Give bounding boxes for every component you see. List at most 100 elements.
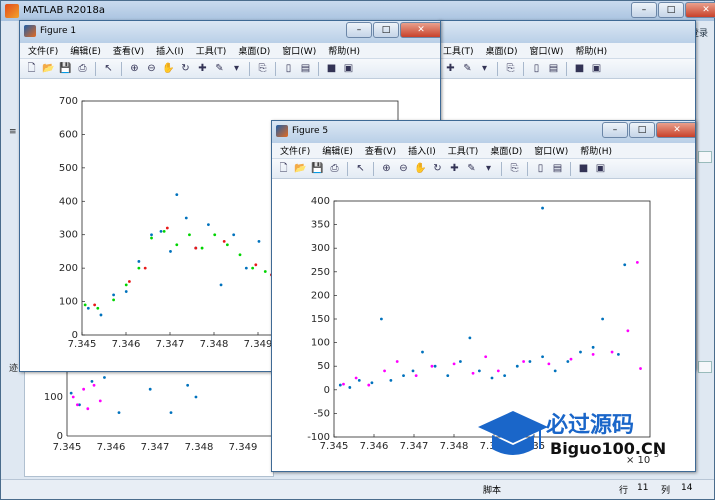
close-button[interactable]: ✕ [400,22,440,38]
data-point [370,381,374,385]
panel-toggle[interactable] [698,361,712,373]
data-point [175,243,179,247]
dropdown-icon[interactable]: ▾ [481,161,496,176]
brush-icon[interactable]: ✎ [460,61,475,76]
data-cursor-icon[interactable]: ✚ [447,161,462,176]
left-panel-glyph: ≡ [9,127,17,137]
maximize-button[interactable]: □ [629,122,655,138]
watermark-brand: 必过源码 [546,413,635,438]
colorbar-icon[interactable]: ▯ [529,61,544,76]
close-button[interactable]: ✕ [685,2,715,18]
rotate-icon[interactable]: ↻ [178,61,193,76]
data-point [471,371,475,375]
menu-item-window[interactable]: 窗口(W) [282,44,316,57]
colorbar-icon[interactable]: ▯ [281,61,296,76]
show-icon[interactable]: ▣ [589,61,604,76]
menu-item-tools[interactable]: 工具(T) [448,144,479,157]
pan-icon[interactable]: ✋ [161,61,176,76]
maximize-button[interactable]: □ [658,2,684,18]
brush-icon[interactable]: ✎ [464,161,479,176]
menu-item-view[interactable]: 查看(V) [365,144,396,157]
figure-behind-title-bar [439,21,695,43]
data-point [354,376,358,380]
link-icon[interactable]: ⎘ [503,61,518,76]
minimize-button[interactable]: – [346,22,372,38]
menu-item-desktop[interactable]: 桌面(D) [238,44,270,57]
brush-icon[interactable]: ✎ [212,61,227,76]
zoom-out-icon[interactable]: ⊖ [144,61,159,76]
minimize-button[interactable]: – [631,2,657,18]
status-row-label: 行 [619,486,629,496]
menu-item-desktop[interactable]: 桌面(D) [490,144,522,157]
data-point [86,407,90,411]
data-point [83,303,87,307]
data-point [367,383,371,387]
menu-item-insert[interactable]: 插入(I) [408,144,436,157]
figure-5-title: Figure 5 [292,126,329,136]
minimize-button[interactable]: – [602,122,628,138]
open-icon[interactable]: 📂 [41,61,56,76]
y-tick-label: 300 [311,243,330,254]
figure-1-title: Figure 1 [40,26,77,36]
menu-item-tools[interactable]: 工具(T) [443,44,474,57]
colorbar-icon[interactable]: ▯ [533,161,548,176]
status-script: 脚本 [483,486,502,496]
link-icon[interactable]: ⎘ [255,61,270,76]
save-icon[interactable]: 💾 [58,61,73,76]
menu-item-desktop[interactable]: 桌面(D) [486,44,518,57]
menu-item-window[interactable]: 窗口(W) [534,144,568,157]
maximize-button[interactable]: □ [373,22,399,38]
pointer-icon[interactable]: ↖ [353,161,368,176]
print-icon[interactable]: ⎙ [75,61,90,76]
legend-icon[interactable]: ▤ [546,61,561,76]
pan-icon[interactable]: ✋ [413,161,428,176]
data-point [626,329,630,333]
x-tick-label: 7.349 [229,442,258,453]
menu-item-help[interactable]: 帮助(H) [328,44,360,57]
figure-behind-menu-bar: 工具(T) 桌面(D) 窗口(W) 帮助(H) [439,43,695,59]
new-icon[interactable]: 🗋 [24,61,39,76]
data-point [186,383,190,387]
open-icon[interactable]: 📂 [293,161,308,176]
status-col-label: 列 [661,486,671,496]
menu-item-file[interactable]: 文件(F) [28,44,58,57]
menu-item-edit[interactable]: 编辑(E) [322,144,353,157]
menu-item-window[interactable]: 窗口(W) [529,44,563,57]
show-icon[interactable]: ▣ [593,161,608,176]
show-icon[interactable]: ▣ [341,61,356,76]
data-point [338,383,342,387]
menu-item-view[interactable]: 查看(V) [113,44,144,57]
close-button[interactable]: ✕ [656,122,695,138]
menu-item-file[interactable]: 文件(F) [280,144,310,157]
x-tick-label: 7.346 [112,339,141,350]
menu-item-insert[interactable]: 插入(I) [156,44,184,57]
hide-icon[interactable]: ■ [324,61,339,76]
zoom-out-icon[interactable]: ⊖ [396,161,411,176]
dropdown-icon[interactable]: ▾ [229,61,244,76]
rotate-icon[interactable]: ↻ [430,161,445,176]
legend-icon[interactable]: ▤ [550,161,565,176]
y-tick-label: 200 [311,290,330,301]
dropdown-icon[interactable]: ▾ [477,61,492,76]
data-cursor-icon[interactable]: ✚ [195,61,210,76]
data-point [414,374,418,378]
menu-item-tools[interactable]: 工具(T) [196,44,227,57]
link-icon[interactable]: ⎘ [507,161,522,176]
x-tick-label: 7.348 [185,442,214,453]
new-icon[interactable]: 🗋 [276,161,291,176]
zoom-in-icon[interactable]: ⊕ [379,161,394,176]
legend-icon[interactable]: ▤ [298,61,313,76]
menu-item-edit[interactable]: 编辑(E) [70,44,101,57]
menu-item-help[interactable]: 帮助(H) [575,44,607,57]
save-icon[interactable]: 💾 [310,161,325,176]
data-point [165,226,169,230]
menu-item-help[interactable]: 帮助(H) [580,144,612,157]
pointer-icon[interactable]: ↖ [101,61,116,76]
zoom-in-icon[interactable]: ⊕ [127,61,142,76]
panel-toggle[interactable] [698,151,712,163]
data-cursor-icon[interactable]: ✚ [443,61,458,76]
data-point [76,403,79,407]
print-icon[interactable]: ⎙ [327,161,342,176]
hide-icon[interactable]: ■ [576,161,591,176]
hide-icon[interactable]: ■ [572,61,587,76]
